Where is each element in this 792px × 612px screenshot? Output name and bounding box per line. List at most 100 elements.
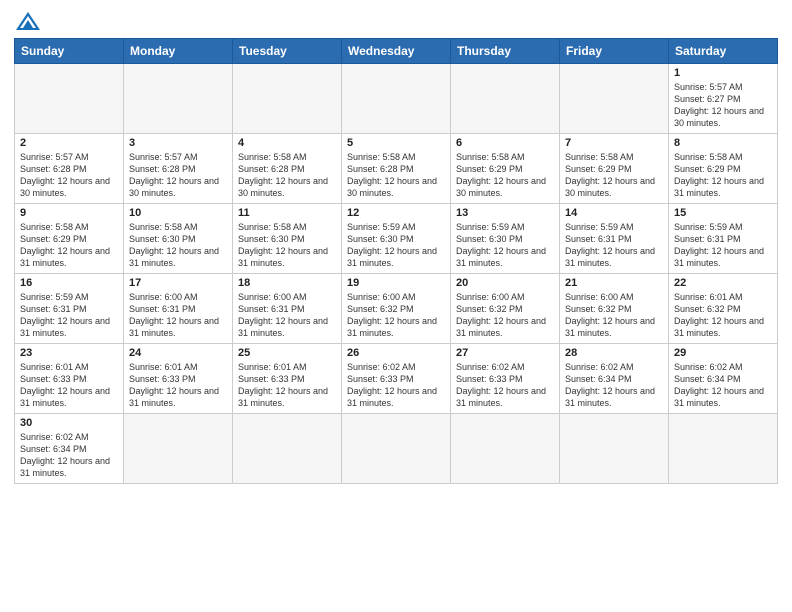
calendar-cell: 9 Sunrise: 5:58 AMSunset: 6:29 PMDaylight… [15, 204, 124, 274]
calendar-cell: 15Sunrise: 5:59 AMSunset: 6:31 PMDayligh… [669, 204, 778, 274]
day-number: 28 [565, 347, 663, 359]
day-info: Sunrise: 5:57 AMSunset: 6:27 PMDaylight:… [674, 81, 772, 130]
calendar-cell: 1 Sunrise: 5:57 AMSunset: 6:27 PMDaylight… [669, 64, 778, 134]
weekday-header-sunday: Sunday [15, 39, 124, 64]
calendar-cell: 2Sunrise: 5:57 AMSunset: 6:28 PMDaylight… [15, 134, 124, 204]
calendar-cell: 23 Sunrise: 6:01 AMSunset: 6:33 PMDayligh… [15, 344, 124, 414]
calendar-week-row: 2Sunrise: 5:57 AMSunset: 6:28 PMDaylight… [15, 134, 778, 204]
calendar-cell [342, 414, 451, 484]
weekday-header-friday: Friday [560, 39, 669, 64]
calendar-week-row: 9 Sunrise: 5:58 AMSunset: 6:29 PMDaylight… [15, 204, 778, 274]
day-info: Sunrise: 5:58 AMSunset: 6:29 PMDaylight:… [674, 151, 772, 200]
weekday-header-saturday: Saturday [669, 39, 778, 64]
day-info: Sunrise: 6:01 AMSunset: 6:33 PMDaylight:… [129, 361, 227, 410]
day-number: 5 [347, 137, 445, 149]
day-info: Sunrise: 6:02 AMSunset: 6:34 PMDaylight:… [565, 361, 663, 410]
day-info: Sunrise: 5:58 AMSunset: 6:29 PMDaylight:… [20, 221, 118, 270]
weekday-header-thursday: Thursday [451, 39, 560, 64]
day-number: 23 [20, 347, 118, 359]
calendar-cell [124, 64, 233, 134]
day-info: Sunrise: 5:58 AMSunset: 6:29 PMDaylight:… [456, 151, 554, 200]
calendar-week-row: 30Sunrise: 6:02 AMSunset: 6:34 PMDayligh… [15, 414, 778, 484]
calendar-cell: 12 Sunrise: 5:59 AMSunset: 6:30 PMDayligh… [342, 204, 451, 274]
day-number: 16 [20, 277, 118, 289]
day-number: 7 [565, 137, 663, 149]
calendar-cell: 8Sunrise: 5:58 AMSunset: 6:29 PMDaylight… [669, 134, 778, 204]
calendar-cell [233, 414, 342, 484]
logo-icon [14, 10, 42, 32]
weekday-header-wednesday: Wednesday [342, 39, 451, 64]
day-number: 27 [456, 347, 554, 359]
calendar-cell: 28 Sunrise: 6:02 AMSunset: 6:34 PMDayligh… [560, 344, 669, 414]
calendar-cell: 25 Sunrise: 6:01 AMSunset: 6:33 PMDayligh… [233, 344, 342, 414]
day-number: 4 [238, 137, 336, 149]
header [14, 10, 778, 32]
day-info: Sunrise: 5:58 AMSunset: 6:30 PMDaylight:… [238, 221, 336, 270]
calendar-cell [233, 64, 342, 134]
day-number: 20 [456, 277, 554, 289]
day-info: Sunrise: 6:02 AMSunset: 6:34 PMDaylight:… [20, 431, 118, 480]
weekday-header-row: SundayMondayTuesdayWednesdayThursdayFrid… [15, 39, 778, 64]
day-number: 25 [238, 347, 336, 359]
calendar-cell: 20 Sunrise: 6:00 AMSunset: 6:32 PMDayligh… [451, 274, 560, 344]
day-number: 3 [129, 137, 227, 149]
day-info: Sunrise: 6:01 AMSunset: 6:32 PMDaylight:… [674, 291, 772, 340]
calendar-cell: 16Sunrise: 5:59 AMSunset: 6:31 PMDayligh… [15, 274, 124, 344]
calendar-cell: 4 Sunrise: 5:58 AMSunset: 6:28 PMDaylight… [233, 134, 342, 204]
calendar-cell: 24 Sunrise: 6:01 AMSunset: 6:33 PMDayligh… [124, 344, 233, 414]
day-info: Sunrise: 6:00 AMSunset: 6:31 PMDaylight:… [238, 291, 336, 340]
day-info: Sunrise: 6:02 AMSunset: 6:33 PMDaylight:… [456, 361, 554, 410]
calendar-cell: 3Sunrise: 5:57 AMSunset: 6:28 PMDaylight… [124, 134, 233, 204]
calendar-cell [669, 414, 778, 484]
day-number: 9 [20, 207, 118, 219]
day-number: 15 [674, 207, 772, 219]
calendar-cell: 29 Sunrise: 6:02 AMSunset: 6:34 PMDayligh… [669, 344, 778, 414]
calendar-cell [15, 64, 124, 134]
calendar-cell [560, 414, 669, 484]
calendar-cell [451, 414, 560, 484]
calendar-cell [451, 64, 560, 134]
day-number: 13 [456, 207, 554, 219]
calendar-table: SundayMondayTuesdayWednesdayThursdayFrid… [14, 38, 778, 484]
calendar-week-row: 23 Sunrise: 6:01 AMSunset: 6:33 PMDayligh… [15, 344, 778, 414]
day-number: 14 [565, 207, 663, 219]
day-number: 6 [456, 137, 554, 149]
calendar-cell: 6 Sunrise: 5:58 AMSunset: 6:29 PMDaylight… [451, 134, 560, 204]
day-info: Sunrise: 6:02 AMSunset: 6:34 PMDaylight:… [674, 361, 772, 410]
day-number: 24 [129, 347, 227, 359]
day-info: Sunrise: 5:59 AMSunset: 6:30 PMDaylight:… [347, 221, 445, 270]
calendar-cell: 13 Sunrise: 5:59 AMSunset: 6:30 PMDayligh… [451, 204, 560, 274]
day-number: 10 [129, 207, 227, 219]
calendar-cell: 7 Sunrise: 5:58 AMSunset: 6:29 PMDaylight… [560, 134, 669, 204]
day-info: Sunrise: 6:02 AMSunset: 6:33 PMDaylight:… [347, 361, 445, 410]
day-info: Sunrise: 5:59 AMSunset: 6:31 PMDaylight:… [565, 221, 663, 270]
day-number: 17 [129, 277, 227, 289]
day-info: Sunrise: 5:58 AMSunset: 6:28 PMDaylight:… [347, 151, 445, 200]
day-number: 12 [347, 207, 445, 219]
day-number: 18 [238, 277, 336, 289]
calendar-cell: 30Sunrise: 6:02 AMSunset: 6:34 PMDayligh… [15, 414, 124, 484]
calendar-week-row: 16Sunrise: 5:59 AMSunset: 6:31 PMDayligh… [15, 274, 778, 344]
day-number: 1 [674, 67, 772, 79]
day-info: Sunrise: 5:59 AMSunset: 6:30 PMDaylight:… [456, 221, 554, 270]
day-number: 19 [347, 277, 445, 289]
calendar-cell: 18 Sunrise: 6:00 AMSunset: 6:31 PMDayligh… [233, 274, 342, 344]
calendar-cell: 10 Sunrise: 5:58 AMSunset: 6:30 PMDayligh… [124, 204, 233, 274]
weekday-header-monday: Monday [124, 39, 233, 64]
day-info: Sunrise: 6:00 AMSunset: 6:32 PMDaylight:… [565, 291, 663, 340]
day-number: 29 [674, 347, 772, 359]
day-info: Sunrise: 5:58 AMSunset: 6:28 PMDaylight:… [238, 151, 336, 200]
day-number: 2 [20, 137, 118, 149]
calendar-cell [342, 64, 451, 134]
day-number: 11 [238, 207, 336, 219]
day-info: Sunrise: 6:00 AMSunset: 6:32 PMDaylight:… [347, 291, 445, 340]
day-number: 22 [674, 277, 772, 289]
day-info: Sunrise: 5:58 AMSunset: 6:29 PMDaylight:… [565, 151, 663, 200]
day-info: Sunrise: 6:01 AMSunset: 6:33 PMDaylight:… [238, 361, 336, 410]
day-info: Sunrise: 6:00 AMSunset: 6:32 PMDaylight:… [456, 291, 554, 340]
calendar-cell: 5 Sunrise: 5:58 AMSunset: 6:28 PMDaylight… [342, 134, 451, 204]
day-number: 21 [565, 277, 663, 289]
day-info: Sunrise: 6:01 AMSunset: 6:33 PMDaylight:… [20, 361, 118, 410]
day-info: Sunrise: 5:58 AMSunset: 6:30 PMDaylight:… [129, 221, 227, 270]
weekday-header-tuesday: Tuesday [233, 39, 342, 64]
